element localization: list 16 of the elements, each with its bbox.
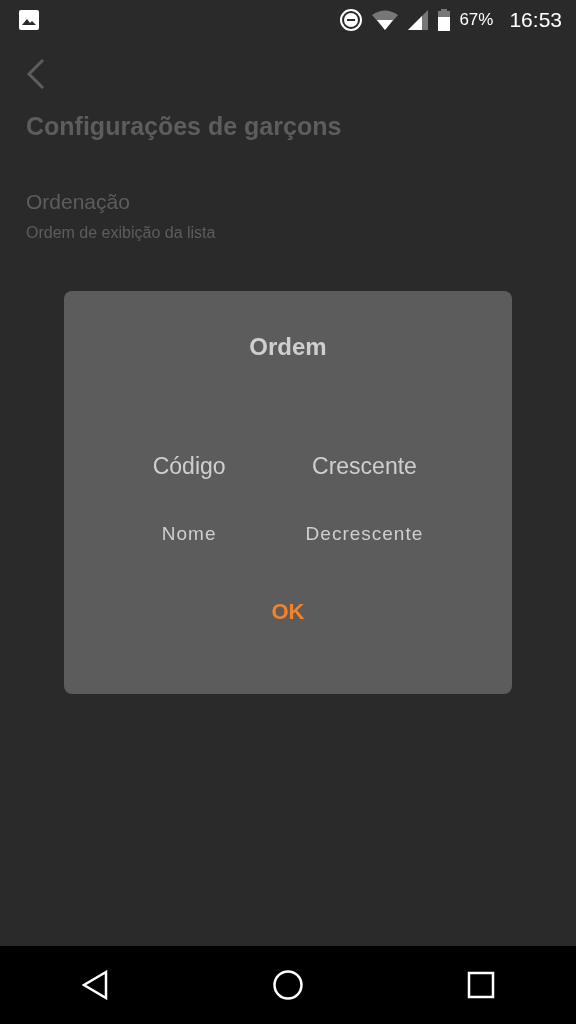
picker-option[interactable]: Decrescente (305, 524, 424, 543)
ok-button[interactable]: OK (261, 591, 315, 632)
wifi-icon (371, 9, 400, 31)
back-nav-icon[interactable] (81, 970, 110, 1000)
home-nav-icon[interactable] (272, 969, 304, 1001)
picker-option[interactable]: Crescente (312, 455, 417, 478)
recents-nav-icon[interactable] (466, 971, 495, 999)
battery-icon (437, 9, 452, 31)
picker-option[interactable]: Nome (161, 524, 217, 543)
image-icon (18, 9, 40, 31)
battery-percentage: 67% (459, 9, 494, 32)
dialog-title: Ordem (249, 332, 327, 362)
clock-time: 16:53 (509, 7, 562, 34)
picker-option[interactable]: Código (152, 455, 226, 478)
do-not-disturb-icon (339, 8, 364, 32)
signal-icon (407, 9, 430, 31)
